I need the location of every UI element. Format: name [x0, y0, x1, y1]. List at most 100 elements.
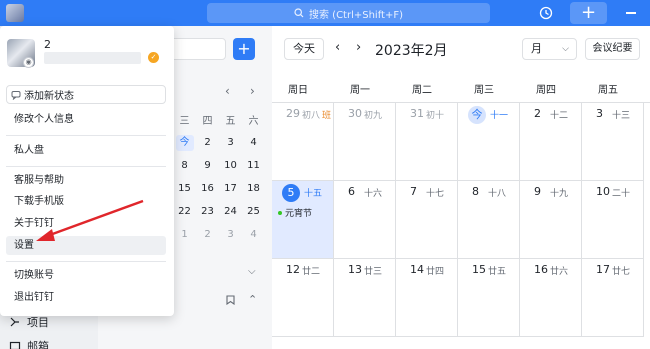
calendar-search-input[interactable]: [168, 38, 226, 60]
calendar-event[interactable]: 元宵节: [278, 206, 312, 219]
mini-week-row: 22 23 24 25: [173, 200, 265, 223]
sidebar-item-mail[interactable]: 邮箱: [9, 338, 49, 349]
mini-day[interactable]: 10: [219, 160, 242, 171]
day-cell[interactable]: 10 二十: [582, 181, 644, 259]
app-avatar-icon[interactable]: [6, 4, 24, 22]
lunar-label: 初八: [302, 111, 321, 121]
mini-day[interactable]: 9: [196, 160, 219, 171]
camera-icon[interactable]: ◉: [23, 57, 34, 68]
add-event-button[interactable]: +: [233, 38, 255, 60]
day-cell[interactable]: 6 十六: [334, 181, 396, 259]
menu-item-about[interactable]: 关于钉钉: [6, 214, 166, 233]
mini-day[interactable]: 16: [196, 183, 219, 194]
mini-day-label: 23: [201, 206, 214, 217]
global-search-input[interactable]: 搜索 (Ctrl+Shift+F): [207, 3, 490, 23]
day-cell[interactable]: 8 十八: [458, 181, 520, 259]
prev-month-icon[interactable]: ‹: [335, 40, 340, 55]
next-month-icon[interactable]: ›: [356, 40, 361, 55]
day-cell[interactable]: 12 廿二: [272, 259, 334, 337]
lunar-label: 初十: [426, 111, 445, 121]
mini-day[interactable]: 18: [242, 183, 265, 194]
weekday-header: 周三: [474, 84, 494, 96]
mini-day[interactable]: 3: [219, 229, 242, 240]
day-cell[interactable]: 30 初九: [334, 103, 396, 181]
mini-day-label: 3: [227, 229, 234, 240]
bookmark-icon[interactable]: [226, 295, 235, 308]
day-cell[interactable]: 7 十七: [396, 181, 458, 259]
lunar-label: 十三: [612, 111, 631, 121]
history-icon[interactable]: [536, 4, 556, 22]
meeting-notes-button[interactable]: 会议纪要: [585, 38, 640, 60]
mini-day[interactable]: 4: [242, 229, 265, 240]
day-number: 8: [472, 185, 479, 198]
lunar-label: 廿二: [302, 267, 321, 277]
mini-day[interactable]: 17: [219, 183, 242, 194]
mini-day-today[interactable]: 今: [173, 134, 196, 151]
mini-day[interactable]: 3: [219, 137, 242, 148]
mini-day[interactable]: 2: [196, 229, 219, 240]
minimize-icon[interactable]: [626, 12, 636, 14]
create-button[interactable]: +: [570, 2, 607, 24]
day-cell[interactable]: 3 十三: [582, 103, 644, 181]
day-cell[interactable]: 9 十九: [520, 181, 582, 259]
event-title: 元宵节: [285, 209, 313, 219]
day-cell[interactable]: 13 廿三: [334, 259, 396, 337]
day-number: 30: [348, 107, 362, 120]
menu-divider: [6, 166, 166, 167]
day-number: 29: [286, 107, 300, 120]
today-button[interactable]: 今天: [284, 38, 324, 60]
day-number: 10: [596, 185, 610, 198]
mini-day[interactable]: 11: [242, 160, 265, 171]
day-cell[interactable]: 15 廿五: [458, 259, 520, 337]
mini-day[interactable]: 15: [173, 183, 196, 194]
mini-day[interactable]: 24: [219, 206, 242, 217]
day-cell[interactable]: 今十一: [458, 103, 520, 181]
mini-day[interactable]: 25: [242, 206, 265, 217]
month-grid: 周日 周一 周二 周三 周四 周五 29 初八班 30 初九 31 初十今十一 2 十二 3 十三 5 十五 元宵节…: [272, 74, 650, 349]
mini-day[interactable]: 2: [196, 137, 219, 148]
mini-day[interactable]: 1: [173, 229, 196, 240]
day-number: 今: [468, 106, 486, 124]
mini-day[interactable]: 23: [196, 206, 219, 217]
menu-item-private-drive[interactable]: 私人盘: [6, 141, 166, 160]
menu-item-support[interactable]: 客服与帮助: [6, 171, 166, 190]
lunar-date: 初十: [426, 108, 444, 121]
mini-day[interactable]: 8: [173, 160, 196, 171]
mini-next-icon[interactable]: ›: [250, 85, 260, 97]
lunar-label: 廿四: [426, 267, 445, 277]
menu-item-logout[interactable]: 退出钉钉: [6, 288, 166, 307]
mini-day-label: 4: [250, 229, 257, 240]
chevron-up-icon[interactable]: ⌃: [248, 293, 257, 306]
lunar-date: 二十: [612, 186, 630, 199]
menu-item-edit-profile[interactable]: 修改个人信息: [6, 110, 166, 129]
day-cell[interactable]: 2 十二: [520, 103, 582, 181]
month-title: 2023年2月: [375, 43, 448, 59]
mail-icon: [9, 341, 21, 349]
sidebar-item-project[interactable]: 项目: [9, 314, 49, 330]
day-number: 5: [282, 184, 300, 202]
weekday-header: 周二: [412, 84, 432, 96]
day-cell[interactable]: 16 廿六: [520, 259, 582, 337]
mini-day[interactable]: 22: [173, 206, 196, 217]
workday-badge: 班: [322, 111, 332, 121]
day-cell[interactable]: 29 初八班: [272, 103, 334, 181]
day-cell[interactable]: 17 廿七: [582, 259, 644, 337]
mini-day[interactable]: 4: [242, 137, 265, 148]
lunar-label: 廿三: [364, 267, 383, 277]
day-cell[interactable]: 31 初十: [396, 103, 458, 181]
menu-item-switch-account[interactable]: 切换账号: [6, 266, 166, 285]
day-cell[interactable]: 14 廿四: [396, 259, 458, 337]
day-cell[interactable]: 5 十五 元宵节: [272, 181, 334, 259]
view-select[interactable]: 月 ⌵: [522, 38, 577, 60]
mini-calendar: 三 四 五 六 今 2 3 4 8 9 10 11 15 16 17 18 22 23 24 25 1 2 3 4: [173, 108, 265, 246]
menu-divider: [6, 135, 166, 136]
menu-item-download-mobile[interactable]: 下载手机版: [6, 192, 166, 211]
mini-prev-icon[interactable]: ‹: [225, 85, 235, 97]
add-status-button[interactable]: 添加新状态: [6, 85, 166, 104]
lunar-date: 廿二: [302, 264, 320, 277]
mini-day-label: 11: [247, 160, 260, 171]
lunar-label: 廿七: [612, 267, 631, 277]
chevron-down-icon[interactable]: ⌵: [248, 266, 256, 277]
day-number: 31: [410, 107, 424, 120]
menu-item-settings[interactable]: 设置: [6, 236, 166, 255]
